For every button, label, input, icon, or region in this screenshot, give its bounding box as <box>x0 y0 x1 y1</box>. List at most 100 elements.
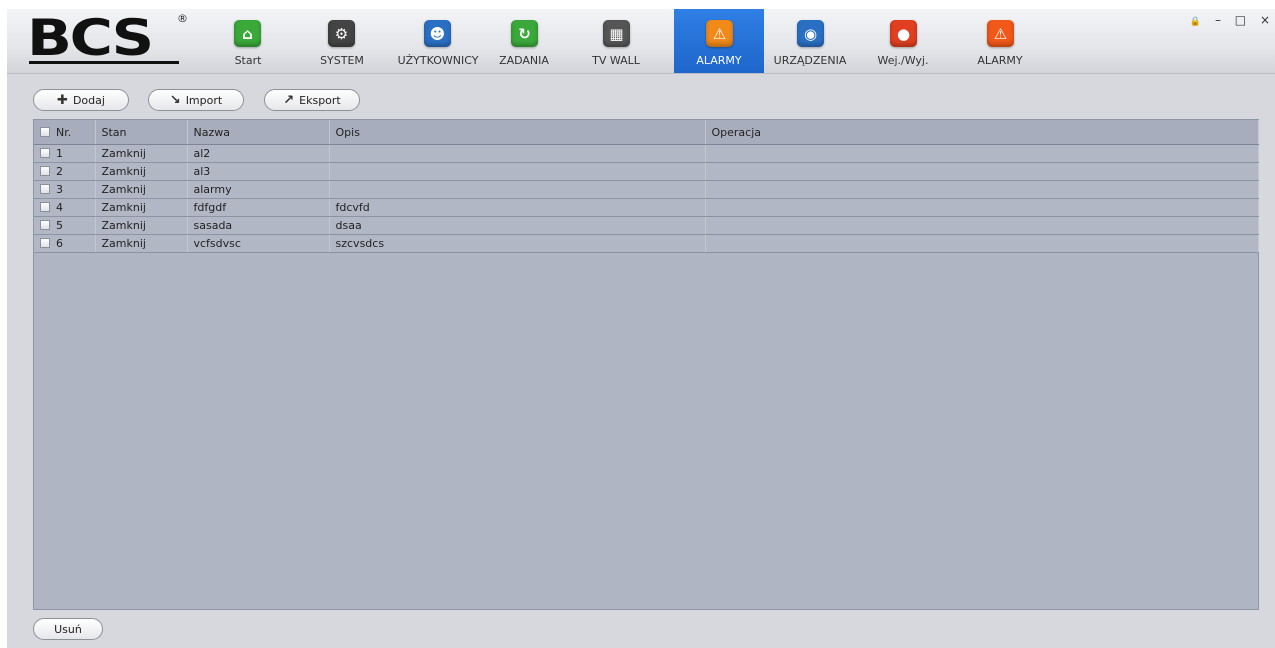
select-all-checkbox[interactable] <box>40 126 50 137</box>
table-row[interactable]: 4 Zamknij fdfgdf fdcvfd <box>34 198 1259 217</box>
close-button[interactable]: × <box>1260 13 1275 27</box>
row-status: Zamknij <box>95 198 188 217</box>
window-controls: 🔒 – □ × <box>1190 13 1275 27</box>
row-number: 2 <box>56 165 63 178</box>
bcs-logo: BCS ® <box>27 9 189 67</box>
refresh-gear-icon: ↻ <box>511 20 538 47</box>
warning-icon: ⚠ <box>987 20 1014 47</box>
row-status: Zamknij <box>95 216 188 235</box>
row-description: szcvsdcs <box>329 234 706 253</box>
row-name: alarmy <box>187 180 330 199</box>
row-operation <box>705 162 1259 181</box>
row-name: vcfsdvsc <box>187 234 330 253</box>
row-description: fdcvfd <box>329 198 706 217</box>
home-icon: ⌂ <box>234 20 261 47</box>
export-button-label: Eksport <box>299 93 341 107</box>
user-icon: ☻ <box>424 20 451 47</box>
import-button-label: Import <box>185 93 223 107</box>
row-checkbox[interactable] <box>40 238 50 248</box>
column-header-operacja[interactable]: Operacja <box>705 120 1259 145</box>
nav-label: URZĄDZENIA <box>773 54 847 67</box>
nav-devices[interactable]: ◉ URZĄDZENIA <box>765 9 855 73</box>
column-header-stan[interactable]: Stan <box>95 120 188 145</box>
delete-button-label: Usuń <box>54 622 82 636</box>
row-name: fdfgdf <box>187 198 330 217</box>
nav-alarms-2[interactable]: ⚠ ALARMY <box>960 9 1040 73</box>
row-checkbox[interactable] <box>40 184 50 194</box>
row-operation <box>705 198 1259 217</box>
nav-label: Start <box>234 54 262 67</box>
nav-label: ALARMY <box>977 54 1023 67</box>
row-description <box>329 180 706 199</box>
row-checkbox[interactable] <box>40 220 50 230</box>
column-header-opis[interactable]: Opis <box>329 120 706 145</box>
row-checkbox[interactable] <box>40 202 50 212</box>
alarm-warning-icon: ⚠ <box>706 20 733 47</box>
row-status: Zamknij <box>95 234 188 253</box>
row-name: sasada <box>187 216 330 235</box>
row-description <box>329 162 706 181</box>
row-number: 3 <box>56 183 63 196</box>
nav-system[interactable]: ⚙ SYSTEM <box>312 9 372 73</box>
delete-button[interactable]: Usuń <box>33 618 103 640</box>
plus-icon: ✚ <box>57 92 68 108</box>
minimize-button[interactable]: – <box>1215 13 1226 27</box>
nav-label: ZADANIA <box>499 54 549 67</box>
nav-label: TV WALL <box>592 54 640 67</box>
nav-alarms-active[interactable]: ⚠ ALARMY <box>674 9 764 73</box>
table-row[interactable]: 2 Zamknij al3 <box>34 162 1259 181</box>
row-description: dsaa <box>329 216 706 235</box>
row-number: 6 <box>56 237 63 250</box>
nav-start[interactable]: ⌂ Start <box>220 9 276 73</box>
import-icon: ↘ <box>169 92 181 108</box>
table-row[interactable]: 5 Zamknij sasada dsaa <box>34 216 1259 235</box>
maximize-button[interactable]: □ <box>1235 13 1251 27</box>
row-status: Zamknij <box>95 180 188 199</box>
nav-label: SYSTEM <box>320 54 364 67</box>
nav-users[interactable]: ☻ UŻYTKOWNICY <box>392 9 484 73</box>
row-checkbox[interactable] <box>40 148 50 158</box>
row-operation <box>705 234 1259 253</box>
add-button-label: Dodaj <box>72 93 105 107</box>
column-header-nr[interactable]: Nr. <box>34 120 96 145</box>
nav-tv-wall[interactable]: ▦ TV WALL <box>585 9 647 73</box>
add-button[interactable]: ✚ Dodaj <box>33 89 129 111</box>
table-row[interactable]: 3 Zamknij alarmy <box>34 180 1259 199</box>
row-number: 1 <box>56 147 63 160</box>
table-row[interactable]: 6 Zamknij vcfsdvsc szcvsdcs <box>34 234 1259 253</box>
row-checkbox[interactable] <box>40 166 50 176</box>
nav-tasks[interactable]: ↻ ZADANIA <box>493 9 555 73</box>
tv-wall-icon: ▦ <box>603 20 630 47</box>
lock-icon[interactable]: 🔒 <box>1190 17 1206 27</box>
row-number: 5 <box>56 219 63 232</box>
top-navigation-bar: BCS ® ⌂ Start ⚙ SYSTEM ☻ UŻYTKOWNICY ↻ Z… <box>7 9 1275 74</box>
nav-label: UŻYTKOWNICY <box>397 54 479 67</box>
row-status: Zamknij <box>95 162 188 181</box>
table-row[interactable]: 1 Zamknij al2 <box>34 144 1259 163</box>
nav-label: ALARMY <box>696 54 742 67</box>
nav-io[interactable]: ● Wej./Wyj. <box>863 9 943 73</box>
application-window: BCS ® ⌂ Start ⚙ SYSTEM ☻ UŻYTKOWNICY ↻ Z… <box>7 9 1275 648</box>
import-button[interactable]: ↘ Import <box>148 89 244 111</box>
alarms-table: Nr. Stan Nazwa Opis Operacja 1 Zamknij a… <box>34 120 1259 253</box>
row-status: Zamknij <box>95 144 188 163</box>
export-button[interactable]: ↗ Eksport <box>264 89 360 111</box>
column-header-nazwa[interactable]: Nazwa <box>187 120 330 145</box>
row-operation <box>705 216 1259 235</box>
export-icon: ↗ <box>283 92 295 108</box>
gears-icon: ⚙ <box>328 20 355 47</box>
row-operation <box>705 180 1259 199</box>
row-operation <box>705 144 1259 163</box>
camera-device-icon: ◉ <box>797 20 824 47</box>
registered-mark: ® <box>177 12 188 25</box>
table-header-row: Nr. Stan Nazwa Opis Operacja <box>34 120 1259 145</box>
nav-label: Wej./Wyj. <box>877 54 929 67</box>
logo-underline <box>29 61 179 64</box>
row-name: al2 <box>187 144 330 163</box>
siren-icon: ● <box>890 20 917 47</box>
row-number: 4 <box>56 201 63 214</box>
logo-text: BCS <box>27 9 154 67</box>
alarms-table-container: Nr. Stan Nazwa Opis Operacja 1 Zamknij a… <box>33 119 1259 610</box>
row-description <box>329 144 706 163</box>
row-name: al3 <box>187 162 330 181</box>
